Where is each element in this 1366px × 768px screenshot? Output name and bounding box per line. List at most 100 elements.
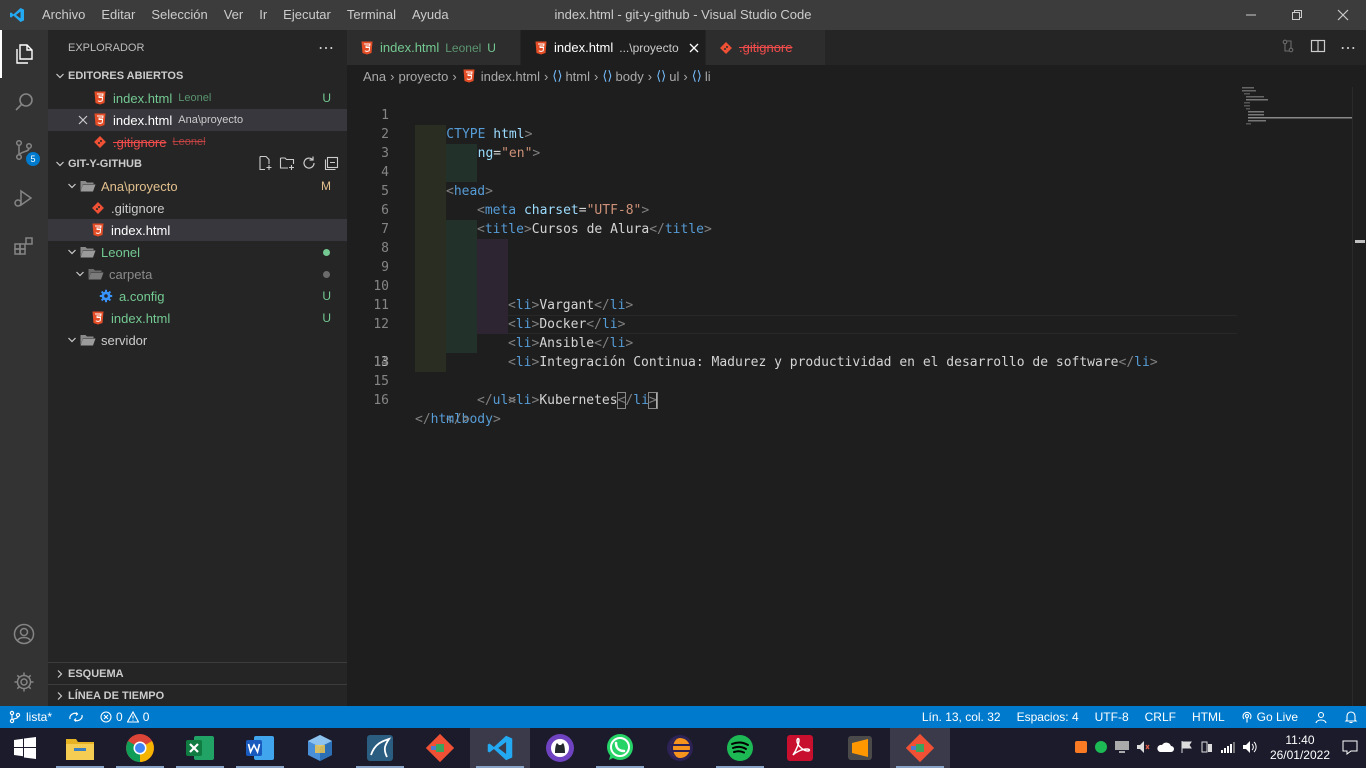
whatsapp-icon[interactable] bbox=[590, 728, 650, 768]
menu-terminal[interactable]: Terminal bbox=[339, 0, 404, 30]
chrome-icon[interactable] bbox=[110, 728, 170, 768]
outline-section-header[interactable]: ESQUEMA bbox=[48, 662, 347, 684]
close-window-button[interactable] bbox=[1320, 0, 1366, 30]
tab-gitignore[interactable]: .gitignore bbox=[706, 30, 826, 65]
menu-bar: Archivo Editar Selección Ver Ir Ejecutar… bbox=[34, 0, 457, 30]
onedrive-icon[interactable] bbox=[1156, 741, 1174, 756]
tree-folder-ana-proyecto[interactable]: Ana\proyecto M bbox=[48, 175, 347, 197]
spotify-tray-icon[interactable] bbox=[1094, 740, 1108, 757]
source-control-icon[interactable]: 5 bbox=[0, 126, 48, 174]
git-gui-active-icon[interactable] bbox=[890, 728, 950, 768]
breadcrumb-item[interactable]: body bbox=[616, 69, 644, 84]
tree-file-index-html[interactable]: index.html bbox=[48, 219, 347, 241]
new-folder-icon[interactable] bbox=[279, 155, 295, 174]
encoding[interactable]: UTF-8 bbox=[1087, 706, 1137, 728]
windows-start-icon[interactable] bbox=[0, 728, 50, 768]
settings-gear-icon[interactable] bbox=[0, 658, 48, 706]
wifi-signal-icon[interactable] bbox=[1220, 740, 1236, 757]
extensions-icon[interactable] bbox=[0, 222, 48, 270]
split-editor-icon[interactable] bbox=[1310, 38, 1326, 57]
github-desktop-icon[interactable] bbox=[530, 728, 590, 768]
word-icon[interactable] bbox=[230, 728, 290, 768]
more-actions-icon[interactable]: ⋯ bbox=[1340, 38, 1356, 58]
new-file-icon[interactable] bbox=[257, 155, 273, 174]
go-live-button[interactable]: Go Live bbox=[1233, 706, 1306, 728]
breadcrumb-item[interactable]: html bbox=[565, 69, 590, 84]
explorer-icon[interactable] bbox=[0, 30, 48, 78]
clock[interactable]: 11:40 26/01/2022 bbox=[1264, 733, 1336, 763]
volume-muted-icon[interactable] bbox=[1136, 740, 1150, 757]
tree-folder-leonel[interactable]: Leonel bbox=[48, 241, 347, 263]
notifications-bell-icon[interactable] bbox=[1336, 706, 1366, 728]
git-gui-icon[interactable] bbox=[410, 728, 470, 768]
eclipse-icon[interactable] bbox=[650, 728, 710, 768]
html-file-icon bbox=[461, 68, 477, 84]
current-line-highlight bbox=[415, 315, 1237, 334]
collapse-all-icon[interactable] bbox=[323, 155, 339, 174]
excel-icon[interactable] bbox=[170, 728, 230, 768]
minimize-button[interactable] bbox=[1228, 0, 1274, 30]
breadcrumb-item[interactable]: proyecto bbox=[398, 69, 448, 84]
display-tray-icon[interactable] bbox=[1114, 740, 1130, 757]
end-of-line[interactable]: CRLF bbox=[1137, 706, 1184, 728]
tab-index-html-leonel[interactable]: index.html Leonel U bbox=[347, 30, 521, 65]
breadcrumb-item[interactable]: Ana bbox=[363, 69, 386, 84]
refresh-icon[interactable] bbox=[301, 155, 317, 174]
vertical-scrollbar[interactable] bbox=[1352, 87, 1366, 706]
tree-file-index-html-leonel[interactable]: index.html U bbox=[48, 307, 347, 329]
open-editor-item[interactable]: .gitignore Leonel bbox=[48, 131, 347, 153]
mysql-workbench-icon[interactable] bbox=[350, 728, 410, 768]
acrobat-icon[interactable] bbox=[770, 728, 830, 768]
device-icon[interactable] bbox=[1200, 740, 1214, 757]
close-tab-icon[interactable] bbox=[689, 43, 699, 53]
tab-index-html-proyecto[interactable]: index.html ...\proyecto bbox=[521, 30, 706, 65]
tree-folder-servidor[interactable]: servidor bbox=[48, 329, 347, 351]
vscode-logo-icon[interactable] bbox=[0, 0, 34, 30]
feedback-icon[interactable] bbox=[1306, 706, 1336, 728]
breadcrumb-item[interactable]: index.html bbox=[481, 69, 540, 84]
speaker-icon[interactable] bbox=[1242, 740, 1258, 757]
breadcrumb-item[interactable]: ul bbox=[669, 69, 679, 84]
problems-indicator[interactable]: 0 0 bbox=[92, 706, 157, 728]
timeline-section-header[interactable]: LÍNEA DE TIEMPO bbox=[48, 684, 347, 706]
tree-file-gitignore[interactable]: .gitignore bbox=[48, 197, 347, 219]
menu-archivo[interactable]: Archivo bbox=[34, 0, 93, 30]
menu-ejecutar[interactable]: Ejecutar bbox=[275, 0, 339, 30]
open-changes-icon[interactable] bbox=[1280, 38, 1296, 57]
workspace-header[interactable]: GIT-Y-GITHUB bbox=[48, 153, 347, 175]
menu-seleccion[interactable]: Selección bbox=[143, 0, 215, 30]
tree-file-a-config[interactable]: a.config U bbox=[48, 285, 347, 307]
accounts-icon[interactable] bbox=[0, 610, 48, 658]
branch-indicator[interactable]: lista* bbox=[0, 706, 60, 728]
sublime-text-icon[interactable] bbox=[830, 728, 890, 768]
menu-ayuda[interactable]: Ayuda bbox=[404, 0, 457, 30]
tree-folder-carpeta[interactable]: carpeta bbox=[48, 263, 347, 285]
search-icon[interactable] bbox=[0, 78, 48, 126]
li-tag: li bbox=[515, 393, 532, 408]
spotify-icon[interactable] bbox=[710, 728, 770, 768]
menu-editar[interactable]: Editar bbox=[93, 0, 143, 30]
restore-button[interactable] bbox=[1274, 0, 1320, 30]
menu-ver[interactable]: Ver bbox=[216, 0, 252, 30]
sync-icon[interactable] bbox=[60, 706, 92, 728]
menu-ir[interactable]: Ir bbox=[251, 0, 275, 30]
vscode-taskbar-icon[interactable] bbox=[470, 728, 530, 768]
language-mode[interactable]: HTML bbox=[1184, 706, 1233, 728]
breadcrumb-item[interactable]: li bbox=[705, 69, 711, 84]
notifications-icon[interactable] bbox=[1342, 739, 1358, 758]
file-explorer-icon[interactable] bbox=[50, 728, 110, 768]
virtualbox-icon[interactable] bbox=[290, 728, 350, 768]
open-editors-header[interactable]: EDITORES ABIERTOS bbox=[48, 65, 347, 87]
cursor-position[interactable]: Lín. 13, col. 32 bbox=[914, 706, 1009, 728]
indentation[interactable]: Espacios: 4 bbox=[1009, 706, 1087, 728]
open-editor-item[interactable]: index.html Leonel U bbox=[48, 87, 347, 109]
xampp-tray-icon[interactable] bbox=[1074, 740, 1088, 757]
open-editor-item[interactable]: index.html Ana\proyecto bbox=[48, 109, 347, 131]
code-editor[interactable]: 1 <!DOCTYPE html> 2 <html lang="en"> 3 <… bbox=[347, 87, 1366, 706]
more-actions-icon[interactable]: ⋯ bbox=[318, 38, 335, 58]
chevron-right-icon bbox=[52, 691, 68, 701]
minimap[interactable] bbox=[1242, 87, 1352, 127]
flag-icon[interactable] bbox=[1180, 740, 1194, 757]
close-icon[interactable] bbox=[74, 115, 92, 125]
run-debug-icon[interactable] bbox=[0, 174, 48, 222]
